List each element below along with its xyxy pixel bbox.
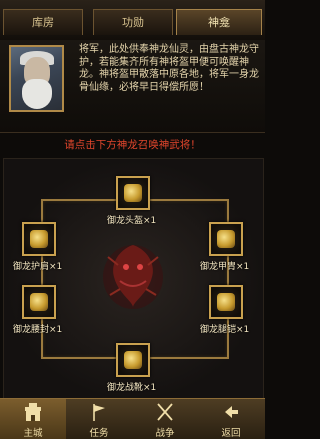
shoulder-guard-icon	[30, 230, 48, 248]
slot-shoulder-guard-label: 御龙护肩×1	[13, 262, 63, 272]
slot-armor-label: 御龙甲胄×1	[200, 262, 250, 272]
slot-armor[interactable]	[209, 222, 243, 256]
sage-portrait	[9, 45, 64, 112]
tab-storage[interactable]: 库房	[3, 9, 83, 35]
bottom-nav: 主城 任务 战争 返回	[0, 398, 265, 439]
slot-leg-armor[interactable]	[209, 285, 243, 319]
slot-helmet[interactable]	[116, 176, 150, 210]
armor-icon	[217, 230, 235, 248]
slot-shoulder-guard[interactable]	[22, 222, 56, 256]
slot-leg-armor-label: 御龙腿铠×1	[200, 325, 250, 335]
info-text: 将军，此处供奉神龙仙灵，由盘古神龙守护，若能集齐所有神将盔甲便可唤醒神龙。神将盔…	[79, 44, 259, 93]
castle-icon	[25, 403, 41, 421]
shrine-board: 御龙头盔×1 御龙护肩×1 御龙甲胄×1 御龙腰封×1 御龙腿铠×1 御龙战靴×…	[3, 158, 264, 402]
nav-tasks-label: 任务	[89, 428, 109, 439]
slot-belt-label: 御龙腰封×1	[13, 325, 63, 335]
back-icon	[225, 406, 238, 418]
summon-prompt: 请点击下方神龙召唤神武将！	[64, 139, 201, 151]
belt-icon	[30, 293, 48, 311]
slot-boots-label: 御龙战靴×1	[107, 383, 157, 393]
crossed-swords-icon	[157, 403, 173, 421]
nav-war-label: 战争	[155, 428, 175, 439]
tab-shrine[interactable]: 神龛	[176, 9, 262, 35]
nav-tasks[interactable]: 任务	[66, 399, 132, 439]
nav-war[interactable]: 战争	[132, 399, 198, 439]
nav-main-city[interactable]: 主城	[0, 399, 66, 439]
slot-helmet-label: 御龙头盔×1	[107, 216, 157, 226]
helmet-icon	[124, 184, 142, 202]
tab-merit[interactable]: 功勋	[93, 9, 173, 35]
slot-belt[interactable]	[22, 285, 56, 319]
tab-bar: 库房 功勋 神龛	[0, 0, 265, 41]
dragon-emblem-icon[interactable]	[100, 237, 166, 313]
flag-icon	[93, 404, 105, 421]
nav-back[interactable]: 返回	[198, 399, 265, 439]
info-panel: 将军，此处供奉神龙仙灵，由盘古神龙守护，若能集齐所有神将盔甲便可唤醒神龙。神将盔…	[0, 40, 265, 133]
nav-back-label: 返回	[221, 428, 241, 439]
slot-boots[interactable]	[116, 343, 150, 377]
nav-main-city-label: 主城	[23, 428, 43, 439]
leg-armor-icon	[217, 293, 235, 311]
boots-icon	[124, 351, 142, 369]
